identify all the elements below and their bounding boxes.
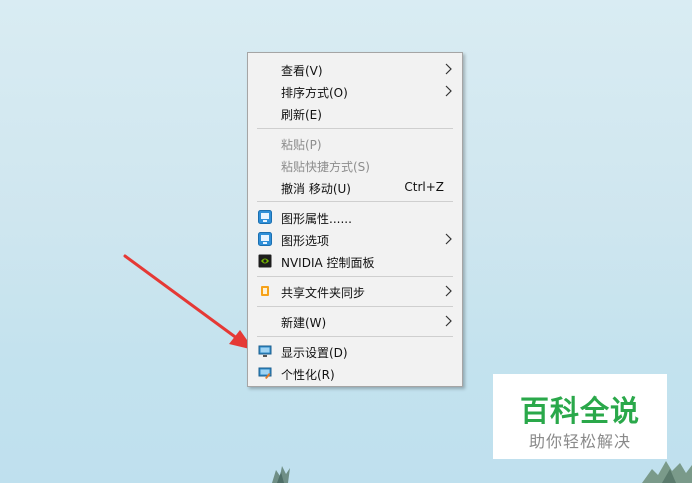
chevron-right-icon (445, 285, 452, 297)
menu-item-paste: 粘贴(P) (248, 132, 462, 154)
menu-item-label: 撤消 移动(U) (281, 182, 351, 196)
menu-item-display-settings[interactable]: 显示设置(D) (248, 340, 462, 362)
monitor-icon (258, 345, 272, 357)
menu-item-label: 图形选项 (281, 234, 330, 248)
menu-item-paste-shortcut: 粘贴快捷方式(S) (248, 154, 462, 176)
intel-graphics-icon (258, 232, 272, 246)
watermark-logo: 百科全说 助你轻松解决 (493, 374, 667, 459)
menu-item-label: 粘贴快捷方式(S) (281, 160, 370, 174)
chevron-right-icon (445, 315, 452, 327)
menu-item-label: 个性化(R) (281, 368, 335, 382)
menu-separator (257, 306, 453, 307)
plant-decoration (642, 461, 692, 483)
menu-item-graphics-options[interactable]: 图形选项 (248, 228, 462, 250)
menu-item-personalize[interactable]: 个性化(R) (248, 362, 462, 384)
menu-separator (257, 336, 453, 337)
context-menu: 查看(V) 排序方式(O) 刷新(E) 粘贴(P) 粘贴快捷方式(S) 撤消 移… (247, 52, 463, 387)
chevron-right-icon (445, 85, 452, 97)
menu-item-label: 粘贴(P) (281, 138, 322, 152)
menu-separator (257, 128, 453, 129)
plant-decoration (272, 466, 290, 483)
menu-separator (257, 201, 453, 202)
sync-folder-icon (261, 286, 269, 296)
menu-item-label: 显示设置(D) (281, 346, 348, 360)
menu-item-undo-move[interactable]: 撤消 移动(U) Ctrl+Z (248, 176, 462, 198)
menu-item-new[interactable]: 新建(W) (248, 310, 462, 332)
intel-graphics-icon (258, 210, 272, 224)
menu-item-shared-folder-sync[interactable]: 共享文件夹同步 (248, 280, 462, 302)
menu-separator (257, 276, 453, 277)
menu-item-refresh[interactable]: 刷新(E) (248, 102, 462, 124)
nvidia-icon (258, 254, 272, 268)
menu-item-label: 排序方式(O) (281, 86, 348, 100)
menu-item-sort-by[interactable]: 排序方式(O) (248, 80, 462, 102)
menu-item-label: 新建(W) (281, 316, 327, 330)
menu-item-label: 图形属性...... (281, 212, 352, 226)
shortcut-hint: Ctrl+Z (404, 180, 444, 194)
menu-item-graphics-properties[interactable]: 图形属性...... (248, 206, 462, 228)
menu-item-view[interactable]: 查看(V) (248, 58, 462, 80)
watermark-title: 百科全说 (519, 394, 640, 428)
menu-item-label: 刷新(E) (281, 108, 322, 122)
menu-item-label: 共享文件夹同步 (281, 286, 366, 300)
menu-item-label: 查看(V) (281, 64, 323, 78)
chevron-right-icon (445, 63, 452, 75)
menu-item-label: NVIDIA 控制面板 (281, 256, 375, 270)
personalize-icon (258, 367, 272, 379)
watermark-subtitle: 助你轻松解决 (528, 432, 631, 451)
menu-item-nvidia-control-panel[interactable]: NVIDIA 控制面板 (248, 250, 462, 272)
chevron-right-icon (445, 233, 452, 245)
